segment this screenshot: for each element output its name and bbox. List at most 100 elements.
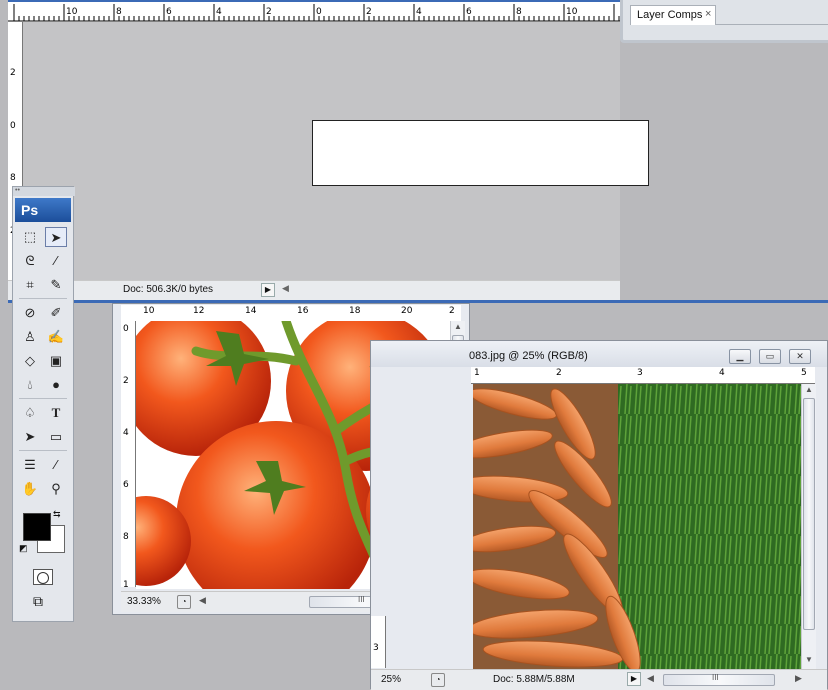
tab-label: Layer Comps — [637, 9, 703, 21]
quick-mask-button[interactable] — [33, 569, 53, 585]
minimize-button[interactable]: ▁ — [729, 349, 751, 364]
status-icon[interactable]: ◔ — [177, 595, 191, 609]
scroll-right-arrow[interactable]: ▶ — [795, 673, 802, 684]
ruler-num: 4 — [123, 428, 129, 438]
ruler-num: 10 — [66, 7, 78, 17]
carrot-document-window: 083.jpg @ 25% (RGB/8) ▁ ▭ ✕ 1 2 3 4 5 3 — [370, 340, 828, 690]
ruler-num: 4 — [416, 7, 422, 17]
toolbox: •• Ps ⬚ ➤ ᘓ ⁄ ⌗ ✎ ⊘ ✐ ♙ ✍ ◇ ▣ 💧︎ ● ♤ T ➤… — [12, 186, 75, 622]
zoom-tool-icon[interactable]: ⚲ — [45, 479, 67, 499]
ruler-num: 6 — [123, 480, 129, 490]
ruler-num: 2 — [366, 7, 372, 17]
ruler-num: 6 — [166, 7, 172, 17]
doc-size-status: Doc: 506.3K/0 bytes — [123, 284, 214, 295]
logo-text: Ps — [21, 202, 39, 218]
status-icon[interactable]: ◔ — [431, 673, 445, 687]
maximize-button[interactable]: ▭ — [759, 349, 781, 364]
ruler-num: 1 — [474, 368, 480, 378]
shape-tool-icon[interactable]: ▭ — [45, 427, 67, 447]
magic-wand-tool-icon[interactable]: ⁄ — [45, 251, 67, 271]
lasso-tool-icon[interactable]: ᘓ — [19, 251, 41, 271]
history-brush-tool-icon[interactable]: ✍ — [45, 327, 67, 347]
ruler-num: 2 — [266, 7, 272, 17]
ruler-num: 4 — [216, 7, 222, 17]
ps-logo[interactable]: Ps — [15, 198, 71, 222]
panel-tab-strip-line — [716, 24, 828, 25]
slice-tool-icon[interactable]: ✎ — [45, 275, 67, 295]
vertical-scrollbar[interactable]: ▲ ▼ — [801, 384, 816, 669]
tab-layer-comps[interactable]: Layer Comps × — [630, 5, 716, 25]
horizontal-ruler: 10 8 6 4 2 0 2 4 6 8 10 — [8, 0, 620, 23]
zoom-level[interactable]: 25% — [381, 674, 401, 685]
ruler-num: 8 — [10, 173, 16, 183]
ruler-num: 20 — [401, 306, 413, 316]
screen-mode-button[interactable]: ⧉ — [33, 593, 43, 610]
grip-mark: III — [358, 595, 365, 604]
ruler-num: 8 — [516, 7, 522, 17]
eraser-tool-icon[interactable]: ◇ — [19, 351, 41, 371]
ruler-num: 1 — [123, 580, 129, 588]
ruler-num: 0 — [123, 324, 129, 334]
close-button[interactable]: ✕ — [789, 349, 811, 364]
scroll-up-arrow[interactable]: ▲ — [805, 385, 813, 394]
swap-colors-icon[interactable]: ⇆ — [53, 509, 61, 520]
blur-tool-icon[interactable]: 💧︎ — [19, 375, 41, 395]
close-icon[interactable]: × — [705, 8, 711, 20]
ruler-ticks — [8, 4, 620, 22]
ruler-num: 2 — [449, 306, 455, 316]
vertical-ruler: 0 2 4 6 8 1 — [121, 321, 136, 587]
vertical-ruler: 3 — [371, 616, 386, 668]
marquee-tool-icon[interactable]: ⬚ — [19, 227, 41, 247]
path-selection-tool-icon[interactable]: ➤ — [19, 427, 41, 447]
ruler-num: 3 — [373, 643, 379, 653]
status-menu-button[interactable]: ▶ — [627, 672, 641, 686]
toolbox-grip[interactable]: •• — [13, 187, 75, 196]
carrot-image[interactable] — [473, 384, 801, 669]
white-canvas[interactable] — [312, 120, 649, 186]
dodge-tool-icon[interactable]: ● — [45, 375, 67, 395]
ruler-num: 3 — [637, 368, 643, 378]
ruler-num: 0 — [10, 121, 16, 131]
gradient-tool-icon[interactable]: ▣ — [45, 351, 67, 371]
brush-tool-icon[interactable]: ✐ — [45, 303, 67, 323]
ruler-num: 10 — [143, 306, 155, 316]
ruler-num: 0 — [316, 7, 322, 17]
horizontal-ruler: 1 2 3 4 5 — [471, 367, 815, 384]
hand-tool-icon[interactable]: ✋ — [19, 479, 41, 499]
ruler-num: 8 — [123, 532, 129, 542]
toolbox-divider — [19, 450, 67, 451]
notes-tool-icon[interactable]: ☰ — [19, 455, 41, 475]
scroll-thumb[interactable] — [803, 398, 815, 630]
ruler-num: 2 — [556, 368, 562, 378]
eyedropper-tool-icon[interactable]: ⁄ — [45, 455, 67, 475]
default-colors-icon[interactable]: ◩ — [19, 543, 28, 554]
status-menu-button[interactable]: ▶ — [261, 283, 275, 297]
move-tool-icon[interactable]: ➤ — [45, 227, 67, 247]
title-accent — [8, 0, 620, 2]
scroll-up-arrow[interactable]: ▲ — [454, 322, 462, 331]
grip-mark: III — [712, 673, 719, 682]
scroll-left-arrow[interactable]: ◀ — [199, 595, 206, 606]
clone-stamp-tool-icon[interactable]: ♙ — [19, 327, 41, 347]
healing-brush-tool-icon[interactable]: ⊘ — [19, 303, 41, 323]
ruler-num: 18 — [349, 306, 361, 316]
scroll-left-arrow[interactable]: ◀ — [282, 283, 289, 294]
crop-tool-icon[interactable]: ⌗ — [19, 275, 41, 295]
foreground-color-swatch[interactable] — [23, 513, 51, 541]
status-bar: Doc: 506.3K/0 bytes ▶ ◀ — [8, 280, 620, 300]
document-title: 083.jpg @ 25% (RGB/8) — [469, 350, 588, 362]
horizontal-scroll-thumb[interactable]: III — [663, 673, 775, 686]
status-bar: 25% ◔ Doc: 5.88M/5.88M ▶ ◀ III ▶ — [371, 669, 827, 690]
ruler-num: 2 — [123, 376, 129, 386]
horizontal-ruler: 10 12 14 16 18 20 2 — [121, 305, 461, 322]
zoom-level[interactable]: 33.33% — [127, 596, 161, 607]
title-bar[interactable]: 083.jpg @ 25% (RGB/8) ▁ ▭ ✕ — [371, 341, 827, 367]
pen-tool-icon[interactable]: ♤ — [19, 403, 41, 423]
top-document-window: 10 8 6 4 2 0 2 4 6 8 10 2 0 8 2 Doc: 506… — [8, 0, 649, 300]
scroll-left-arrow[interactable]: ◀ — [647, 673, 654, 684]
type-tool-icon[interactable]: T — [45, 403, 67, 423]
ruler-num: 6 — [466, 7, 472, 17]
scroll-down-arrow[interactable]: ▼ — [805, 655, 813, 664]
quick-mask-icon — [37, 572, 49, 584]
ruler-num: 14 — [245, 306, 257, 316]
